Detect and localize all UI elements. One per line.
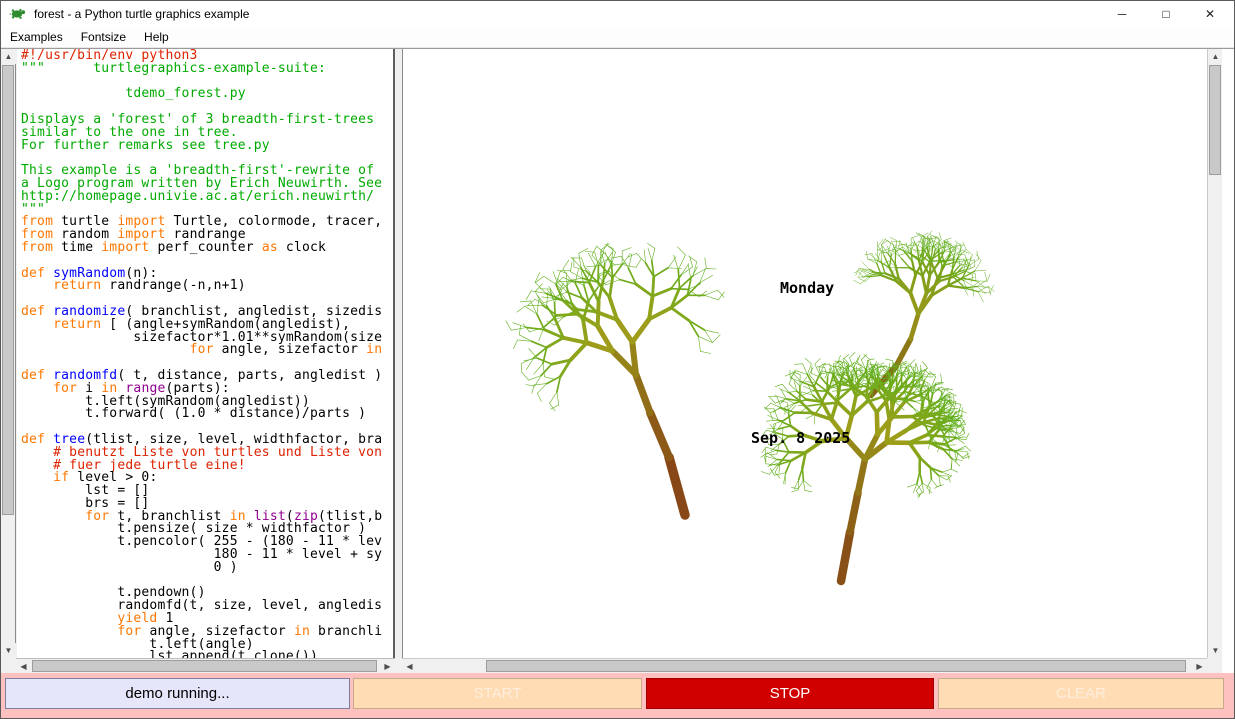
editor-hscrollbar[interactable]: ◀ ▶ xyxy=(16,658,395,674)
window-title: forest - a Python turtle graphics exampl… xyxy=(34,7,249,21)
canvas-hscroll-thumb[interactable] xyxy=(486,660,1186,672)
scroll-up-icon[interactable]: ▲ xyxy=(1,49,16,64)
code-line: from time import perf_counter as clock xyxy=(21,242,393,255)
turtle-icon xyxy=(9,6,27,22)
clear-button[interactable]: CLEAR xyxy=(938,678,1224,709)
menu-examples[interactable]: Examples xyxy=(1,28,72,46)
code-line: return randrange(-n,n+1) xyxy=(21,280,393,293)
turtle-canvas[interactable]: Monday Sep. 8 2025 xyxy=(402,49,1207,658)
maximize-icon[interactable]: □ xyxy=(1144,1,1188,27)
scroll-down-icon[interactable]: ▼ xyxy=(1,643,16,658)
code-line: For further remarks see tree.py xyxy=(21,140,393,153)
scroll-right-icon[interactable]: ▶ xyxy=(380,659,395,674)
menu-fontsize[interactable]: Fontsize xyxy=(72,28,135,46)
editor-code-text[interactable]: #!/usr/bin/env python3""" turtlegraphics… xyxy=(17,49,395,658)
scroll-right-icon[interactable]: ▶ xyxy=(1192,659,1207,674)
editor-hscroll-thumb[interactable] xyxy=(32,660,377,672)
stop-button[interactable]: STOP xyxy=(646,678,934,709)
canvas-text-monday: Monday xyxy=(780,279,834,297)
start-button[interactable]: START xyxy=(353,678,642,709)
turtle-canvas-svg xyxy=(403,49,1207,658)
code-line: """ turtlegraphics-example-suite: xyxy=(21,63,393,76)
status-field: demo running... xyxy=(5,678,350,709)
menu-help[interactable]: Help xyxy=(135,28,178,46)
canvas-vscroll-thumb[interactable] xyxy=(1209,65,1221,175)
canvas-hscrollbar[interactable]: ◀ ▶ xyxy=(402,658,1207,674)
titlebar: forest - a Python turtle graphics exampl… xyxy=(1,1,1234,27)
scroll-left-icon[interactable]: ◀ xyxy=(402,659,417,674)
canvas-text-date: Sep. 8 2025 xyxy=(751,429,850,447)
code-line: 0 ) xyxy=(21,562,393,575)
close-icon[interactable]: ✕ xyxy=(1188,1,1232,27)
editor-vscrollbar[interactable]: ▲ ▼ xyxy=(1,49,16,658)
main-area: ▲ ▼ #!/usr/bin/env python3""" turtlegrap… xyxy=(1,48,1235,673)
scrollbar-corner xyxy=(1,658,16,674)
scroll-left-icon[interactable]: ◀ xyxy=(16,659,31,674)
code-line: for angle, sizefactor in xyxy=(21,344,393,357)
code-line: tdemo_forest.py xyxy=(21,88,393,101)
scroll-down-icon[interactable]: ▼ xyxy=(1208,643,1223,658)
menubar: Examples Fontsize Help xyxy=(1,27,1234,48)
canvas-vscrollbar[interactable]: ▲ ▼ xyxy=(1207,49,1222,658)
app-window: forest - a Python turtle graphics exampl… xyxy=(0,0,1235,719)
minimize-icon[interactable]: ─ xyxy=(1100,1,1144,27)
editor-vscroll-thumb[interactable] xyxy=(2,65,14,515)
window-controls: ─ □ ✕ xyxy=(1100,1,1232,27)
bottom-bar: demo running... START STOP CLEAR xyxy=(1,673,1235,719)
scroll-up-icon[interactable]: ▲ xyxy=(1208,49,1223,64)
scrollbar-corner xyxy=(1207,658,1222,674)
right-margin xyxy=(1222,49,1235,674)
code-line: t.forward( (1.0 * distance)/parts ) xyxy=(21,408,393,421)
code-line: http://homepage.univie.ac.at/erich.neuwi… xyxy=(21,191,393,204)
